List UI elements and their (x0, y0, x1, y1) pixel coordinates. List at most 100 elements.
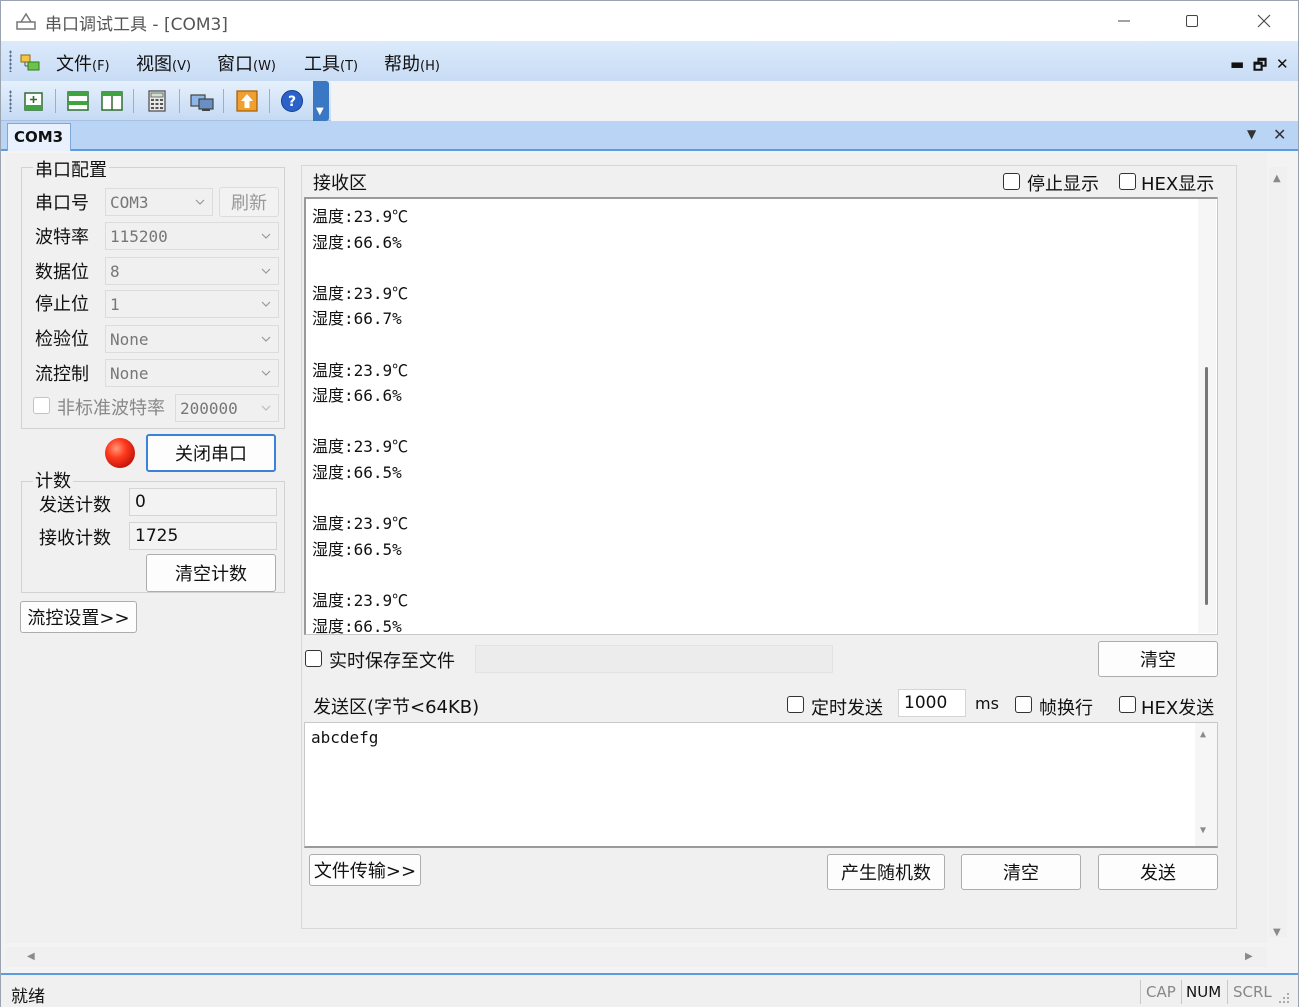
menu-window[interactable]: 窗口(W) (217, 50, 276, 76)
upload-icon[interactable] (234, 88, 260, 114)
mdi-restore-button[interactable]: 🗗 (1253, 55, 1267, 80)
nonstd-baud-checkbox[interactable] (33, 397, 50, 414)
receive-line: 温度:23.9℃ (312, 514, 409, 534)
menu-help[interactable]: 帮助(H) (384, 50, 440, 76)
window-horizontal-scrollbar[interactable]: ◀ ▶ (5, 947, 1267, 967)
scroll-right-icon[interactable]: ▶ (1245, 951, 1253, 962)
client-area: 串口配置 串口号 COM3 刷新 波特率 115200 数据位 8 停止位 1 … (5, 153, 1287, 943)
flow-label: 流控制 (35, 364, 89, 385)
frame-newline-label: 帧换行 (1039, 698, 1093, 719)
stopbits-select[interactable]: 1 (105, 290, 279, 318)
stop-display-checkbox[interactable] (1003, 173, 1020, 190)
close-port-button[interactable]: 关闭串口 (146, 434, 276, 472)
mdi-document-icon[interactable] (19, 51, 41, 73)
receive-line: 温度:23.9℃ (312, 591, 409, 610)
hex-display-checkbox[interactable] (1119, 173, 1136, 190)
receive-line: 湿度:66.7% (312, 309, 402, 329)
network-icon[interactable] (189, 88, 215, 114)
frame-newline-checkbox[interactable] (1015, 696, 1032, 713)
refresh-button[interactable]: 刷新 (219, 187, 279, 217)
menu-accel: (T) (340, 59, 359, 74)
nonstd-baud-select[interactable]: 200000 (175, 394, 279, 422)
file-transfer-button[interactable]: 文件传输>> (309, 854, 421, 886)
status-text: 就绪 (11, 987, 45, 1007)
port-value: COM3 (110, 193, 149, 212)
random-button[interactable]: 产生随机数 (827, 854, 945, 890)
menu-tools[interactable]: 工具(T) (304, 50, 358, 76)
parity-value: None (110, 330, 149, 349)
menu-accel: (V) (172, 59, 192, 74)
flow-select[interactable]: None (105, 359, 279, 387)
receive-scrollbar[interactable] (1198, 199, 1216, 633)
toolbar-grip[interactable] (9, 90, 12, 112)
receive-clear-button[interactable]: 清空 (1098, 641, 1218, 677)
calculator-icon[interactable] (144, 88, 170, 114)
split-vertical-icon[interactable] (99, 88, 125, 114)
scroll-up-icon[interactable]: ▲ (1200, 729, 1206, 740)
menu-accel: (H) (420, 59, 440, 74)
port-select[interactable]: COM3 (105, 188, 213, 216)
menu-label: 工具 (304, 54, 340, 75)
save-file-path-field[interactable] (475, 645, 833, 673)
baud-label: 波特率 (35, 227, 89, 248)
hex-send-checkbox[interactable] (1119, 696, 1136, 713)
menu-accel: (W) (253, 59, 276, 74)
window-vertical-scrollbar[interactable]: ▲ ▼ (1269, 167, 1287, 938)
resize-grip-icon[interactable] (1277, 991, 1291, 1005)
minimize-icon (1118, 20, 1130, 22)
interval-input[interactable]: 1000 (898, 689, 966, 717)
chevron-down-icon (261, 268, 271, 274)
timed-send-checkbox[interactable] (787, 696, 804, 713)
parity-select[interactable]: None (105, 325, 279, 353)
maximize-icon (1186, 15, 1198, 27)
send-textarea[interactable]: abcdefg ▲ ▼ (304, 722, 1218, 848)
port-label: 串口号 (35, 193, 89, 214)
receive-scroll-thumb[interactable] (1205, 367, 1208, 605)
baud-select[interactable]: 115200 (105, 222, 279, 250)
split-horizontal-icon[interactable] (65, 88, 91, 114)
save-file-checkbox[interactable] (305, 650, 322, 667)
toolbar: ? ▼ (1, 81, 331, 121)
send-scrollbar[interactable]: ▲ ▼ (1195, 723, 1217, 846)
window-title: 串口调试工具 - [COM3] (45, 15, 228, 35)
minimize-button[interactable] (1091, 1, 1157, 41)
scroll-down-icon[interactable]: ▼ (1200, 825, 1206, 836)
tab-list-dropdown-icon[interactable]: ▼ (1247, 127, 1256, 141)
send-clear-button[interactable]: 清空 (961, 854, 1081, 890)
receive-line: 温度:23.9℃ (312, 207, 409, 226)
chevron-down-icon (261, 233, 271, 239)
menubar-grip[interactable] (9, 50, 12, 72)
send-count-field: 0 (129, 488, 277, 516)
receive-line: 湿度:66.5% (312, 539, 402, 559)
receive-line: 湿度:66.5% (312, 463, 402, 482)
clear-count-button[interactable]: 清空计数 (146, 554, 276, 592)
flow-settings-button[interactable]: 流控设置>> (20, 601, 137, 633)
receive-title: 接收区 (313, 173, 367, 194)
receive-line: 湿度:66.5% (312, 616, 402, 635)
databits-select[interactable]: 8 (105, 257, 279, 285)
close-button[interactable] (1231, 1, 1297, 41)
tab-com3[interactable]: COM3 (7, 123, 71, 151)
tab-close-icon[interactable]: ✕ (1273, 125, 1286, 144)
baud-value: 115200 (110, 227, 168, 246)
counter-title: 计数 (33, 467, 73, 493)
toolbar-overflow-button[interactable]: ▼ (313, 81, 329, 121)
status-bar: 就绪 CAP NUM SCRL (1, 973, 1298, 1007)
menu-label: 视图 (136, 54, 172, 75)
mdi-close-button[interactable]: ✕ (1276, 55, 1289, 73)
receive-textarea[interactable]: 温度:23.9℃ 湿度:66.6% 温度:23.9℃ 湿度:66.7% 温度:23.9℃… (304, 197, 1218, 635)
receive-line: 湿度:66.6% (312, 386, 402, 406)
send-button[interactable]: 发送 (1098, 854, 1218, 890)
chevron-down-icon (195, 199, 205, 205)
help-icon[interactable]: ? (279, 88, 305, 114)
new-icon[interactable] (21, 88, 47, 114)
app-window: 串口调试工具 - [COM3] 文件(F) 视图(V) 窗口(W) 工具(T) … (0, 0, 1299, 1007)
menu-view[interactable]: 视图(V) (136, 50, 191, 76)
scroll-down-icon[interactable]: ▼ (1273, 927, 1281, 938)
scroll-up-icon[interactable]: ▲ (1273, 173, 1281, 184)
menu-file[interactable]: 文件(F) (56, 50, 110, 76)
document-tab-strip: COM3 ▼ ✕ (1, 121, 1298, 151)
scroll-left-icon[interactable]: ◀ (27, 951, 35, 962)
maximize-button[interactable] (1159, 1, 1225, 41)
mdi-minimize-button[interactable]: ▬ (1230, 55, 1244, 73)
